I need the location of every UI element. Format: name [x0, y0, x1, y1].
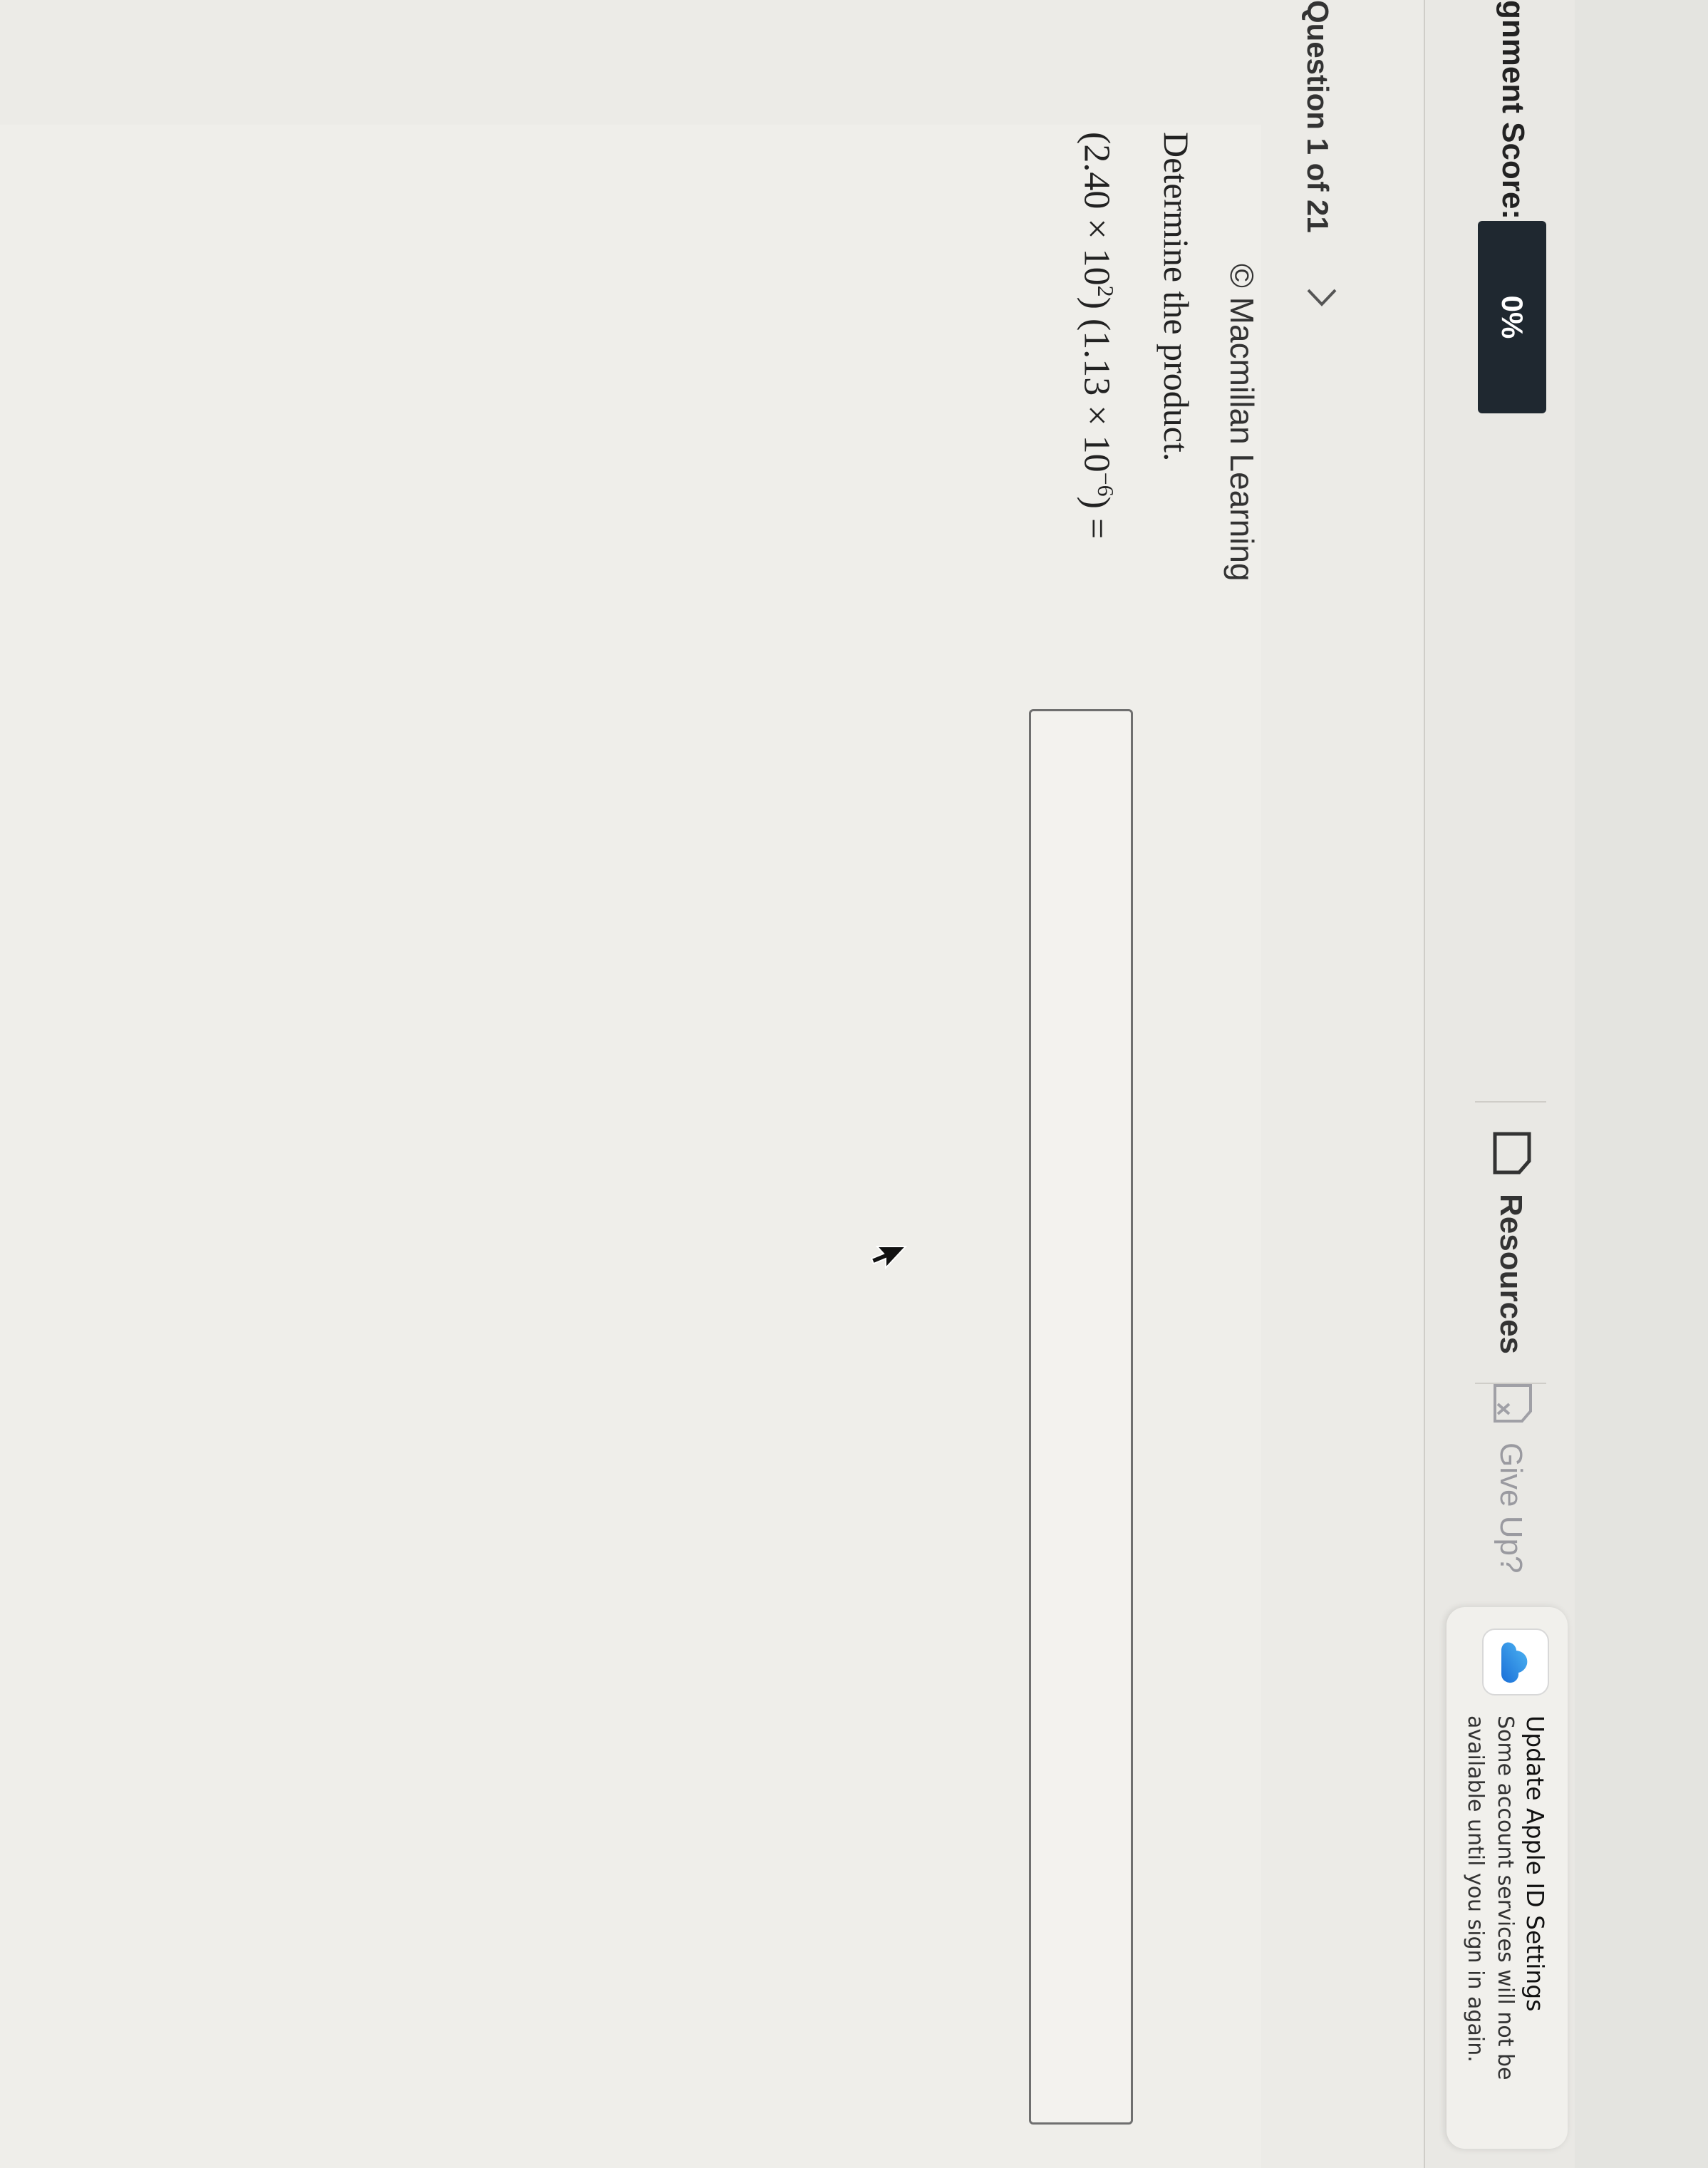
question-panel: © Macmillan Learning Determine the produ… — [0, 125, 1261, 2168]
give-up-label: Give Up? — [1494, 1442, 1528, 1574]
notification-body-line2: available until you sign in again. — [1463, 1715, 1488, 2063]
copyright-notice: © Macmillan Learning — [1223, 264, 1261, 582]
resources-label: Resources — [1494, 1194, 1528, 1355]
resources-icon — [1489, 1131, 1533, 1175]
assignment-score-label: gnment Score: — [1496, 0, 1531, 220]
icloud-icon — [1482, 1628, 1549, 1695]
question-counter: Question 1 of 21 — [1301, 0, 1335, 233]
math-expression: (2.40 × 102) (1.13 × 10−6) = — [1076, 132, 1119, 539]
expression-exponent1: 2 — [1093, 285, 1119, 297]
question-navigation: Question 1 of 21 — [1295, 0, 1340, 311]
expression-factor1: (2.40 × 10 — [1076, 132, 1117, 286]
browser-screen: gnment Score: 0% Resources Give Up? Upda… — [0, 0, 1575, 2168]
screenshot-root: gnment Score: 0% Resources Give Up? Upda… — [0, 0, 1708, 2168]
notification-body-line1: Some account services will not be — [1493, 1715, 1518, 2080]
resources-button[interactable]: Resources — [1475, 1101, 1546, 1385]
give-up-button[interactable]: Give Up? — [1475, 1383, 1546, 1573]
answer-input[interactable] — [1029, 709, 1133, 2125]
next-question-chevron-icon[interactable] — [1295, 283, 1340, 311]
mouse-pointer-icon — [865, 1244, 909, 1272]
assignment-score-badge: 0% — [1478, 221, 1546, 413]
question-prompt: Determine the product. — [1156, 132, 1196, 462]
notification-text: Update Apple ID Settings Some account se… — [1461, 1715, 1549, 2080]
assignment-header: gnment Score: 0% Resources Give Up? Upda… — [1424, 0, 1575, 2168]
assignment-score-value: 0% — [1496, 295, 1529, 339]
expression-factor2: ) (1.13 × 10 — [1076, 296, 1117, 473]
notification-title: Update Apple ID Settings — [1521, 1715, 1549, 2012]
apple-id-notification[interactable]: Update Apple ID Settings Some account se… — [1446, 1607, 1568, 2149]
expression-exponent2: −6 — [1093, 472, 1119, 497]
expression-equals: ) = — [1076, 496, 1117, 540]
give-up-icon — [1488, 1383, 1534, 1425]
